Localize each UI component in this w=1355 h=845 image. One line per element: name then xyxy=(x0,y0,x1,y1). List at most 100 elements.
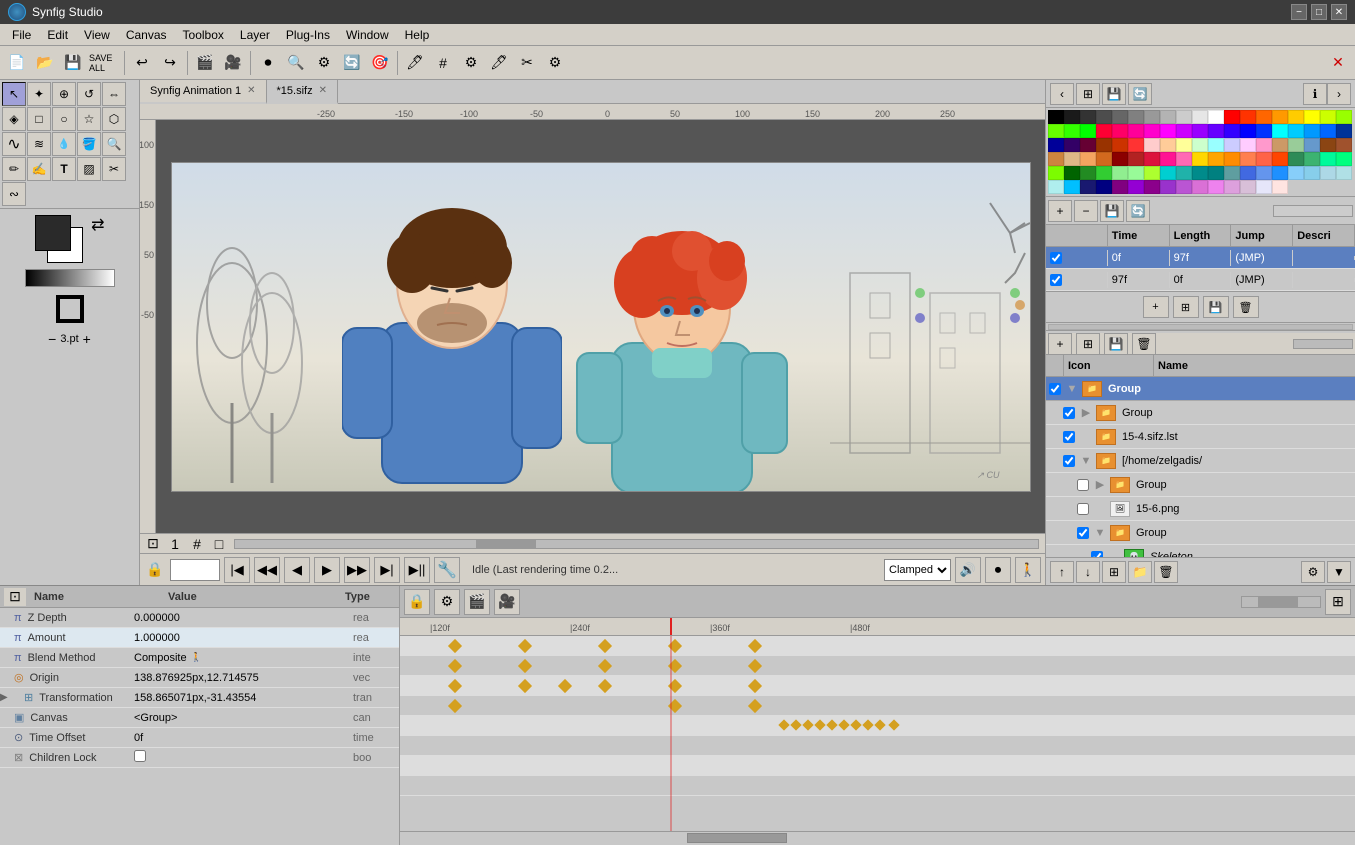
kf-jump-0[interactable]: (JMP) xyxy=(1231,250,1293,266)
palette-color-63[interactable] xyxy=(1144,152,1160,166)
palette-color-9[interactable] xyxy=(1192,110,1208,124)
palette-color-30[interactable] xyxy=(1224,124,1240,138)
palette-color-74[interactable] xyxy=(1320,152,1336,166)
kf-dense-2[interactable] xyxy=(802,719,813,730)
palette-color-46[interactable] xyxy=(1176,138,1192,152)
frame-input[interactable]: 257f xyxy=(170,559,220,581)
menu-item-help[interactable]: Help xyxy=(397,26,438,44)
palette-color-53[interactable] xyxy=(1288,138,1304,152)
menu-item-layer[interactable]: Layer xyxy=(232,26,278,44)
palette-color-101[interactable] xyxy=(1144,180,1160,194)
palette-color-90[interactable] xyxy=(1272,166,1288,180)
lock-safe-area[interactable]: 🔒 xyxy=(144,559,166,581)
param-value-timeoffset[interactable]: 0f xyxy=(130,732,349,744)
palette-color-83[interactable] xyxy=(1160,166,1176,180)
palette-color-18[interactable] xyxy=(1336,110,1352,124)
palette-color-95[interactable] xyxy=(1048,180,1064,194)
kf-scrollbar[interactable] xyxy=(1046,323,1355,331)
kf-diamond-1-1[interactable] xyxy=(518,659,532,673)
layer-expand-0[interactable]: ▼ xyxy=(1064,383,1080,395)
layer-to-group-button[interactable]: 📁 xyxy=(1128,561,1152,583)
palette-color-15[interactable] xyxy=(1288,110,1304,124)
render-button[interactable]: 🎬 xyxy=(192,50,218,76)
audio-button[interactable]: 🔊 xyxy=(955,557,981,583)
palette-color-103[interactable] xyxy=(1176,180,1192,194)
layer-del-button[interactable]: 🗑 xyxy=(1154,561,1178,583)
grid-button[interactable]: # xyxy=(430,50,456,76)
layers-scrollbar-h[interactable] xyxy=(1293,339,1353,349)
add-keyframe-button[interactable]: 🔧 xyxy=(434,557,460,583)
palette-color-69[interactable] xyxy=(1240,152,1256,166)
palette-color-70[interactable] xyxy=(1256,152,1272,166)
outline-color[interactable] xyxy=(56,295,84,323)
layer-expand-3[interactable]: ▼ xyxy=(1078,455,1094,467)
tl-settings-button[interactable]: ⚙ xyxy=(434,589,460,615)
maximize-button[interactable]: □ xyxy=(1311,4,1327,20)
palette-color-27[interactable] xyxy=(1176,124,1192,138)
zoom-fit-button[interactable]: ⊡ xyxy=(142,536,164,552)
rotate-view-button[interactable]: 🔄 xyxy=(339,50,365,76)
palette-color-29[interactable] xyxy=(1208,124,1224,138)
param-value-origin[interactable]: 138.876925px,12.714575 xyxy=(130,672,349,684)
palette-color-91[interactable] xyxy=(1288,166,1304,180)
kf-check-0[interactable] xyxy=(1046,250,1108,266)
palette-color-61[interactable] xyxy=(1112,152,1128,166)
step-back-button[interactable]: ◀ xyxy=(284,557,310,583)
save-all-button[interactable]: SAVE ALL xyxy=(88,50,120,76)
zoom-1-button[interactable]: 1 xyxy=(164,536,186,552)
palette-color-7[interactable] xyxy=(1160,110,1176,124)
tool-zoom[interactable]: 🔍 xyxy=(102,132,126,156)
rt-save-button[interactable]: 💾 xyxy=(1203,296,1229,318)
tool-polygon[interactable]: ⬡ xyxy=(102,107,126,131)
gradient-bar[interactable] xyxy=(25,269,115,287)
layer-vis-3[interactable] xyxy=(1060,455,1078,467)
palette-color-25[interactable] xyxy=(1144,124,1160,138)
tool-star[interactable]: ☆ xyxy=(77,107,101,131)
palette-color-50[interactable] xyxy=(1240,138,1256,152)
palette-color-75[interactable] xyxy=(1336,152,1352,166)
layer-vis-1[interactable] xyxy=(1060,407,1078,419)
rt-del-button[interactable]: 🗑 xyxy=(1233,296,1259,318)
tool-rectangle[interactable]: □ xyxy=(27,107,51,131)
tool-eyedrop[interactable]: 💧 xyxy=(52,132,76,156)
kf-checkbox-0[interactable] xyxy=(1050,252,1062,264)
tool-feather[interactable]: ◈ xyxy=(2,107,26,131)
menu-item-file[interactable]: File xyxy=(4,26,39,44)
tool-smooth[interactable]: ∾ xyxy=(2,182,26,206)
zoom-safe-button[interactable]: □ xyxy=(208,536,230,552)
kf-diamond-2-2[interactable] xyxy=(558,679,572,693)
quality-button[interactable]: ⚙ xyxy=(542,50,568,76)
tab-synfig-animation[interactable]: Synfig Animation 1 ✕ xyxy=(140,80,267,104)
layers-add-button[interactable]: + xyxy=(1048,333,1072,355)
layer-vis-5[interactable] xyxy=(1074,503,1092,515)
palette-color-1[interactable] xyxy=(1064,110,1080,124)
rt-dup-button[interactable]: ⊞ xyxy=(1173,296,1199,318)
kf-diamond-2-1[interactable] xyxy=(518,679,532,693)
tool-transform[interactable]: ↖ xyxy=(2,82,26,106)
palette-color-62[interactable] xyxy=(1128,152,1144,166)
rt-add-button[interactable]: + xyxy=(1143,296,1169,318)
kf-diamond-0-1[interactable] xyxy=(518,639,532,653)
nav-info-button[interactable]: ℹ xyxy=(1303,83,1327,105)
param-value-amount[interactable]: 1.000000 xyxy=(130,632,349,644)
kf-diamond-3-2[interactable] xyxy=(748,699,762,713)
menu-item-plug-ins[interactable]: Plug-Ins xyxy=(278,26,338,44)
layer-vis-0[interactable] xyxy=(1046,383,1064,395)
palette-color-32[interactable] xyxy=(1256,124,1272,138)
tl-film-button[interactable]: 🎬 xyxy=(464,589,490,615)
childlock-checkbox[interactable] xyxy=(134,750,146,762)
layer-expand-4[interactable]: ▶ xyxy=(1092,478,1108,491)
palette-color-24[interactable] xyxy=(1128,124,1144,138)
goto-end-button[interactable]: ▶|| xyxy=(404,557,430,583)
kf-diamond-0-2[interactable] xyxy=(598,639,612,653)
kf-diamond-2-3[interactable] xyxy=(598,679,612,693)
tl-lock-button[interactable]: 🔒 xyxy=(404,589,430,615)
palette-color-98[interactable] xyxy=(1096,180,1112,194)
layer-more-button[interactable]: ▼ xyxy=(1327,561,1351,583)
remove-color-button[interactable]: − xyxy=(1074,200,1098,222)
kf-checkbox-1[interactable] xyxy=(1050,274,1062,286)
palette-color-39[interactable] xyxy=(1064,138,1080,152)
palette-color-26[interactable] xyxy=(1160,124,1176,138)
minimize-button[interactable]: − xyxy=(1291,4,1307,20)
palette-color-14[interactable] xyxy=(1272,110,1288,124)
